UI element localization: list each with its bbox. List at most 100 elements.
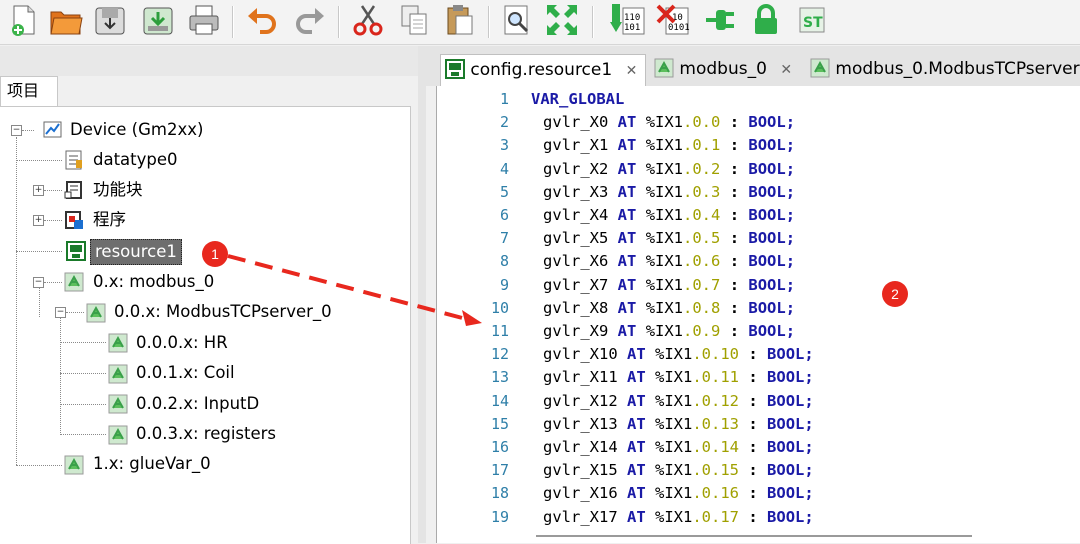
- open-button[interactable]: [48, 2, 84, 38]
- close-icon[interactable]: ✕: [780, 62, 792, 78]
- redo-button[interactable]: [292, 2, 328, 38]
- code-token-type: BOOL;: [748, 182, 796, 201]
- lock-button[interactable]: [748, 2, 784, 38]
- horizontal-scrollbar[interactable]: [536, 535, 972, 537]
- code-token-colon: :: [748, 461, 758, 480]
- code-token-kw: AT: [627, 368, 646, 387]
- code-line-header: VAR_GLOBAL: [531, 90, 625, 108]
- code-token-var: gvlr_X16: [543, 484, 618, 503]
- code-token-type: BOOL;: [748, 275, 796, 294]
- line-number: 18: [490, 484, 509, 503]
- code-token-colon: :: [729, 136, 740, 155]
- register-block-icon: [108, 364, 128, 384]
- annotation-badge-1: 1: [202, 241, 228, 267]
- debug-st-button[interactable]: ST: [794, 2, 830, 38]
- datatype-icon: [65, 150, 82, 170]
- code-token-var: gvlr_X8: [543, 298, 609, 317]
- line-number: 6: [499, 206, 509, 224]
- register-block-icon: [108, 394, 128, 414]
- line-number: 1: [499, 90, 509, 108]
- expand-toggle-function-blocks[interactable]: +: [33, 185, 44, 196]
- close-icon[interactable]: ✕: [626, 63, 638, 79]
- save-button[interactable]: [92, 2, 128, 38]
- copy-button[interactable]: [396, 2, 432, 38]
- register-block-icon: [108, 425, 128, 445]
- collapse-toggle-modbus-tcp-server[interactable]: −: [55, 307, 66, 318]
- save-as-icon: [143, 7, 173, 35]
- code-token-colon: :: [748, 507, 758, 526]
- code-token-type: BOOL;: [767, 414, 814, 433]
- line-number: 15: [490, 414, 509, 433]
- code-token-addr: %IX1: [645, 159, 684, 178]
- code-token-addr: %IX1: [655, 438, 693, 456]
- code-token-kw: AT: [627, 484, 646, 503]
- code-token-kw: AT: [627, 391, 646, 410]
- code-token-type: BOOL;: [748, 252, 796, 271]
- code-line: gvlr_X13 AT %IX1.0.13 : BOOL;: [543, 415, 814, 433]
- line-number: 7: [499, 229, 509, 248]
- code-token-kw: AT: [617, 136, 637, 155]
- code-token-var: gvlr_X5: [543, 229, 609, 248]
- code-token-var: gvlr_X9: [543, 322, 609, 340]
- expand-toggle-programs[interactable]: +: [33, 215, 44, 226]
- download-binary-button[interactable]: 110 101: [610, 2, 646, 38]
- code-token-num: .0.14: [692, 438, 740, 456]
- code-token-num: .0.11: [692, 368, 740, 387]
- code-token-num: .0.6: [683, 252, 721, 271]
- print-icon: [189, 5, 219, 35]
- connect-button[interactable]: [702, 2, 738, 38]
- paste-button[interactable]: [442, 2, 478, 38]
- tab-config-resource[interactable]: config.resource1 ✕: [440, 54, 646, 86]
- project-tree: − + + − − Device (Gm2xx) datatype0 功能块 程…: [0, 106, 411, 544]
- code-token-var: gvlr_X4: [543, 206, 609, 224]
- tab-modbus-tcp-server-label: modbus_0.ModbusTCPserver: [835, 59, 1080, 79]
- tab-project[interactable]: 项目: [0, 76, 58, 106]
- tree-label-coil: 0.0.1.x: Coil: [136, 363, 235, 382]
- register-block-icon: [108, 333, 128, 353]
- code-line: gvlr_X3 AT %IX1.0.3 : BOOL;: [543, 183, 795, 201]
- code-token-addr: %IX1: [645, 298, 684, 317]
- copy-icon: [401, 5, 427, 35]
- undo-button[interactable]: [244, 2, 280, 38]
- tab-modbus-tcp-server[interactable]: modbus_0.ModbusTCPserver: [808, 54, 1080, 86]
- code-token-kw: AT: [627, 507, 646, 526]
- clear-binary-button[interactable]: 10 0101: [656, 2, 692, 38]
- code-token-kw: AT: [617, 159, 637, 178]
- line-number: 9: [499, 275, 509, 294]
- code-token-type: BOOL;: [767, 438, 814, 456]
- fullscreen-button[interactable]: [544, 2, 580, 38]
- code-token-addr: %IX1: [645, 182, 684, 201]
- code-token-num: .0.0: [683, 113, 721, 132]
- code-token-colon: :: [748, 414, 758, 433]
- code-token-addr: %IX1: [645, 252, 684, 271]
- code-token-var: gvlr_X10: [543, 345, 618, 364]
- code-token-type: BOOL;: [767, 507, 814, 526]
- code-token-colon: :: [729, 159, 740, 178]
- cut-button[interactable]: [350, 2, 386, 38]
- code-token-type: BOOL;: [748, 136, 796, 155]
- code-token-addr: %IX1: [655, 391, 693, 410]
- code-line: gvlr_X0 AT %IX1.0.0 : BOOL;: [543, 113, 795, 131]
- tab-config-resource-label: config.resource1: [470, 60, 613, 80]
- code-token-addr: %IX1: [645, 136, 684, 155]
- clear-binary-icon: 10 0101: [656, 4, 690, 35]
- code-token-kw: AT: [617, 298, 637, 317]
- code-token-kw: AT: [617, 229, 637, 248]
- save-as-button[interactable]: [140, 2, 176, 38]
- code-token-colon: :: [748, 368, 758, 387]
- code-editor[interactable]: 1 2 3 4 5 6 7 8 9 10 11 12 13 14 15 16 17 18 19 VAR_GLOBAL…: [436, 86, 1080, 543]
- code-token-var: gvlr_X3: [543, 182, 609, 201]
- new-file-icon: [12, 5, 35, 36]
- new-file-button[interactable]: [6, 2, 42, 38]
- panel-splitter[interactable]: [418, 46, 426, 543]
- modbus-icon: [654, 58, 674, 78]
- print-button[interactable]: [186, 2, 222, 38]
- code-token-type: BOOL;: [767, 484, 814, 503]
- find-button[interactable]: [500, 2, 536, 38]
- tab-modbus[interactable]: modbus_0 ✕: [652, 54, 802, 86]
- collapse-toggle-device[interactable]: −: [11, 125, 22, 136]
- collapse-toggle-modbus[interactable]: −: [33, 277, 44, 288]
- code-token-colon: :: [748, 438, 758, 456]
- code-line: gvlr_X4 AT %IX1.0.4 : BOOL;: [543, 206, 795, 224]
- code-token-addr: %IX1: [655, 414, 693, 433]
